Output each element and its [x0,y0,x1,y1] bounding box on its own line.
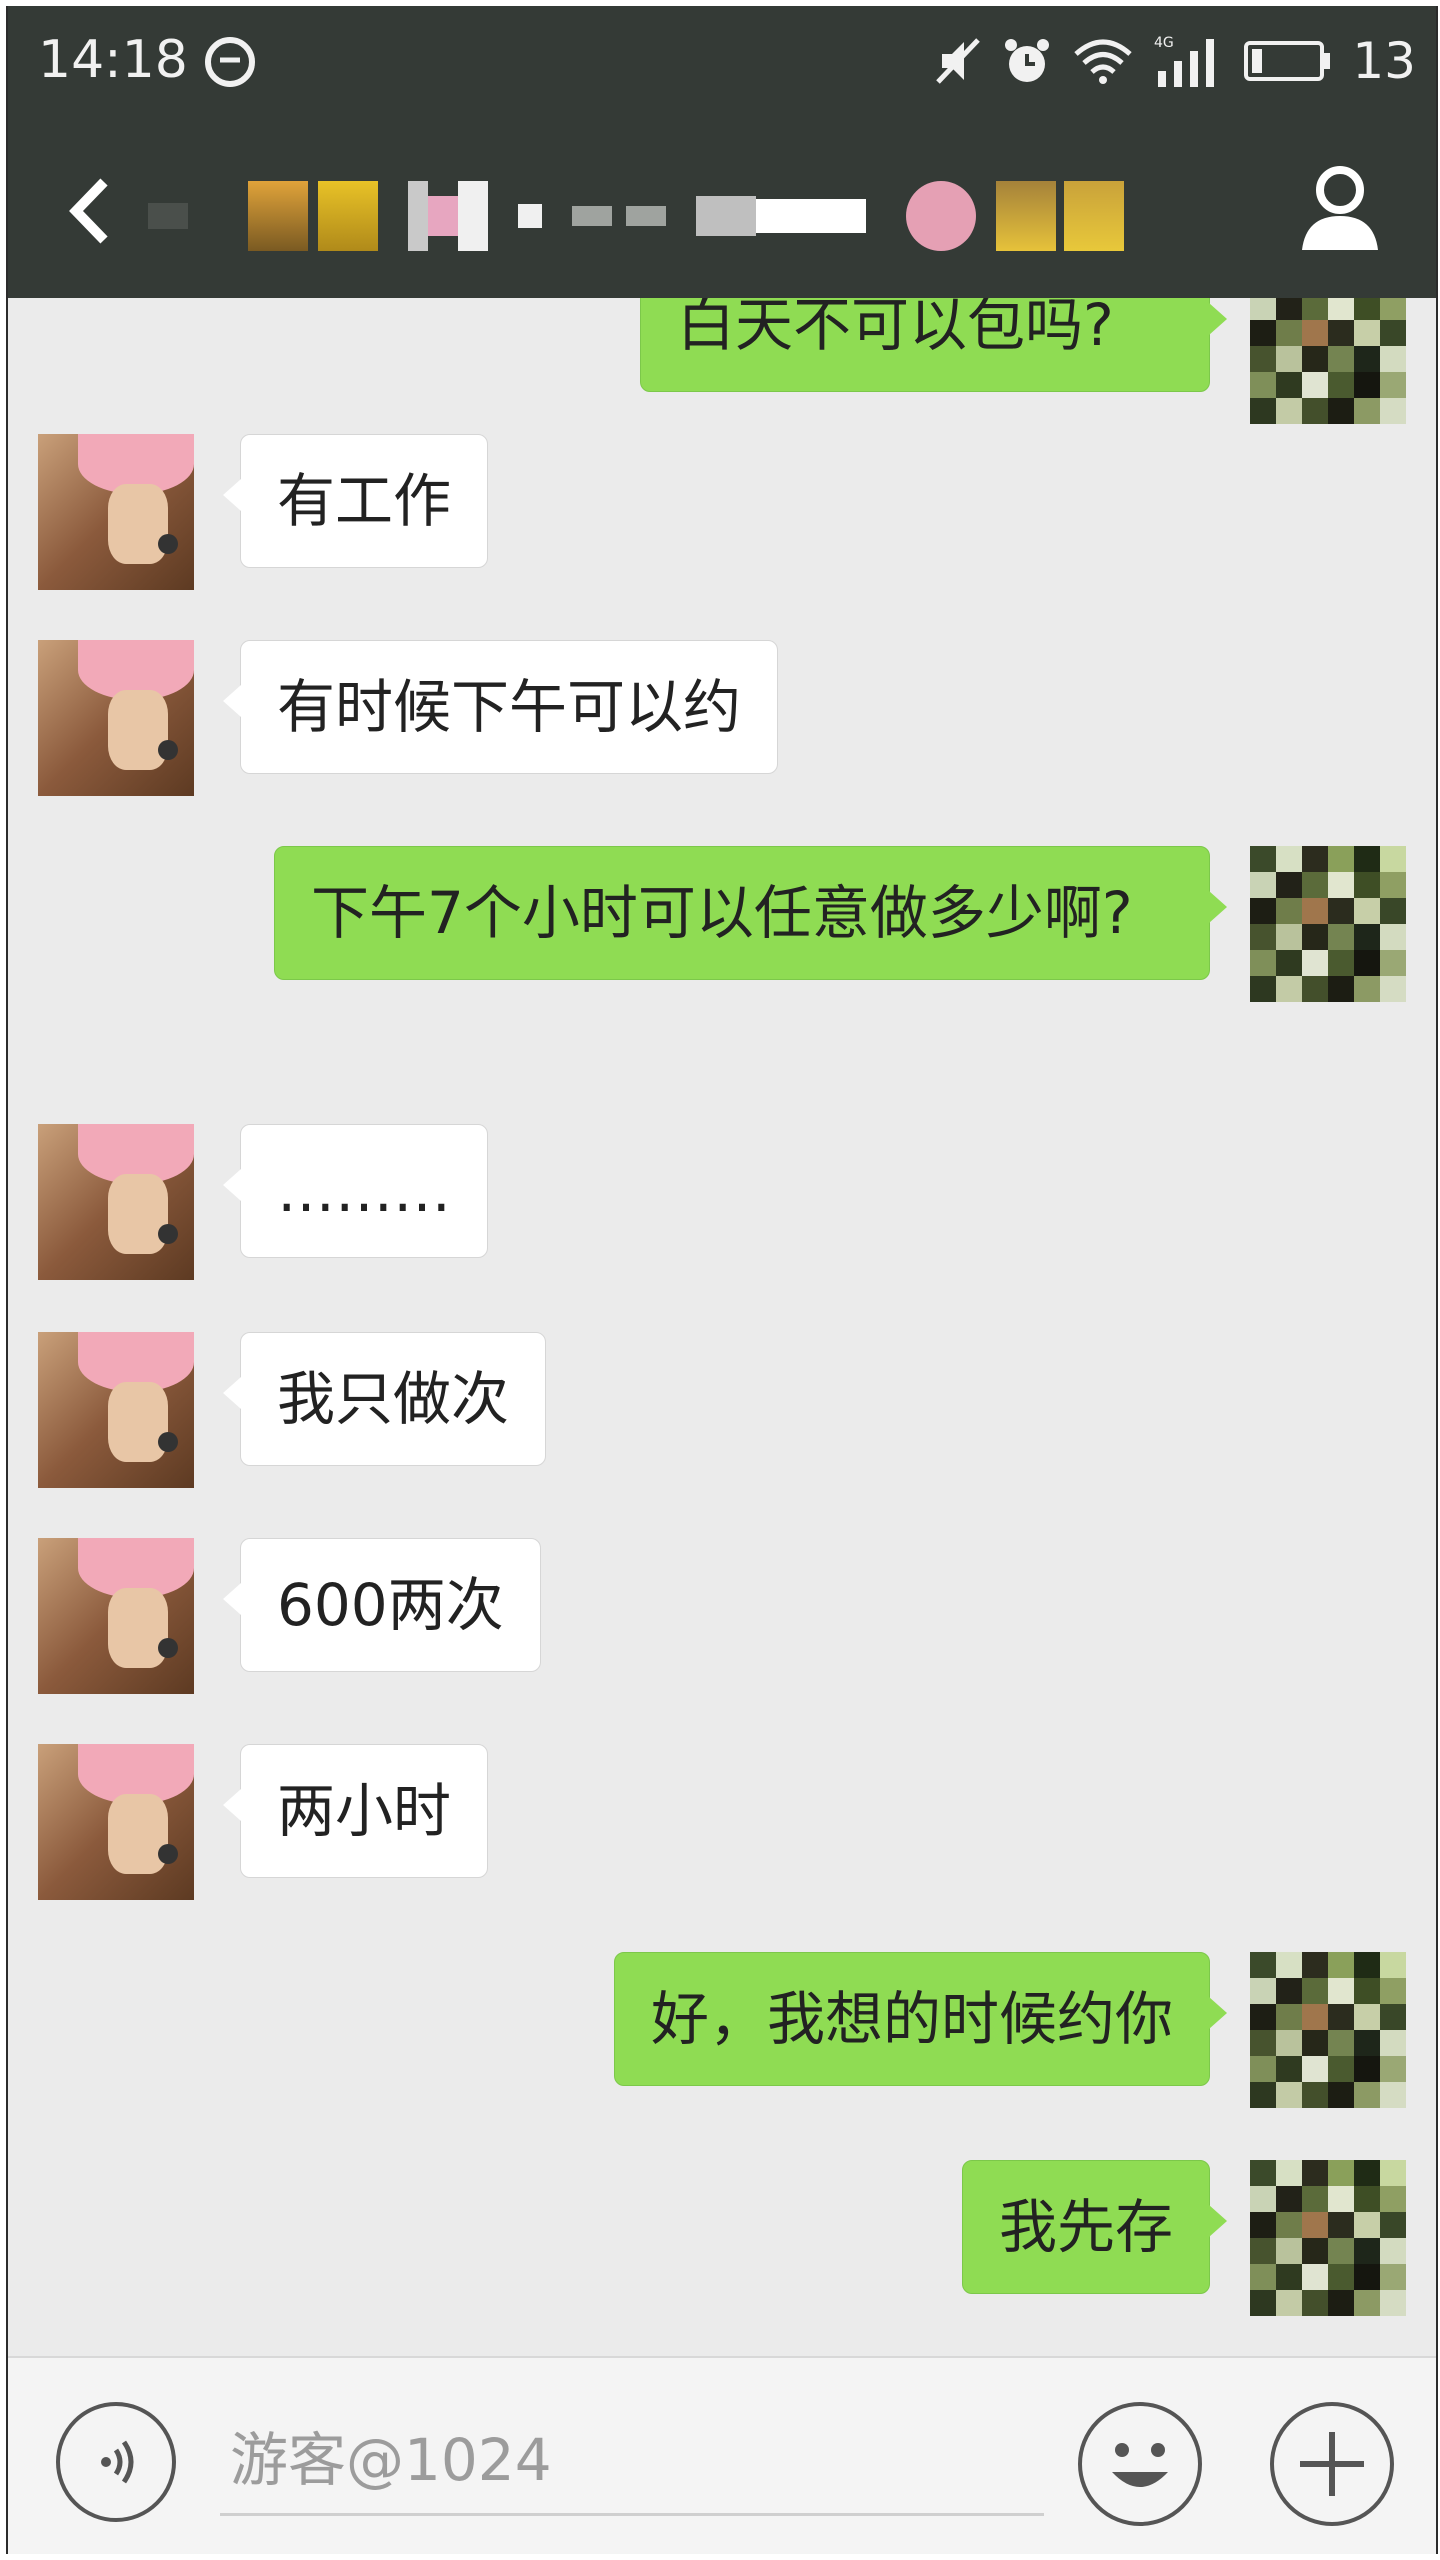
emoji-button[interactable] [1078,2402,1202,2526]
message-text: 600两次 [277,1571,504,1639]
contact-avatar[interactable] [38,640,194,796]
outgoing-message[interactable]: 我先存 [961,2160,1228,2294]
contact-avatar[interactable] [38,1744,194,1900]
voice-icon [101,2440,134,2484]
my-avatar[interactable] [1250,2160,1406,2316]
emoji-icon [1112,2443,1168,2487]
outgoing-message[interactable]: 好，我想的时候约你 [613,1952,1228,2086]
status-icons: 4G 13 [936,28,1416,94]
incoming-message[interactable]: 有工作 [222,434,489,568]
message-text: 两小时 [277,1777,452,1845]
incoming-message[interactable]: ……… [223,1124,488,1258]
message-text: 好，我想的时候约你 [650,1985,1173,2053]
my-avatar[interactable] [1250,1952,1406,2108]
contact-avatar[interactable] [38,434,194,590]
voice-button[interactable] [56,2402,176,2522]
message-text: 我只做次 [277,1365,510,1433]
message-text: 我先存 [998,2193,1173,2261]
outgoing-message[interactable]: 下午7个小时可以任意做多少啊? [274,846,1227,980]
message-text: 白天不可以包吗? [677,298,1114,359]
my-avatar[interactable] [1250,298,1406,424]
message-list[interactable]: 白天不可以包吗? 有工作 有时候下午可以约 下午7个小时可以任意做多少啊? ……… [8,298,1436,2364]
alarm-icon [1005,39,1050,82]
my-avatar[interactable] [1250,846,1406,1002]
mute-icon [936,38,981,84]
status-bar: 14:18 4G 13 [8,6,1436,116]
message-text: 有工作 [277,467,452,535]
svg-text:4G: 4G [1154,35,1174,51]
person-icon[interactable] [1292,160,1388,256]
incoming-message[interactable]: 我只做次 [222,1332,547,1466]
outgoing-message[interactable]: 白天不可以包吗? [640,298,1227,392]
top-bar: 14:18 4G 13 [8,6,1436,298]
message-text: 有时候下午可以约 [277,673,742,741]
incoming-message[interactable]: 600两次 [223,1538,541,1672]
contact-avatar[interactable] [38,1332,194,1488]
signal-icon: 4G [1154,35,1215,87]
title-bar [8,116,1436,298]
plus-icon [1300,2432,1364,2496]
battery-level: 13 [1352,32,1416,90]
input-bar [8,2356,1436,2554]
phone-screen: 14:18 4G 13 白天不可以包吗? 有工作 有时候下午可以约 下午7个小时… [6,6,1438,2554]
chat-title-redacted [148,168,1124,264]
message-text: 下午7个小时可以任意做多少啊? [311,879,1133,947]
status-time: 14:18 [38,30,188,90]
incoming-message[interactable]: 有时候下午可以约 [222,640,779,774]
message-text: ……… [277,1157,451,1225]
contact-avatar[interactable] [38,1124,194,1280]
message-input[interactable] [220,2406,1044,2516]
sync-icon [205,37,255,87]
contact-avatar[interactable] [38,1538,194,1694]
more-button[interactable] [1270,2402,1394,2526]
chevron-left-icon[interactable] [66,176,116,246]
incoming-message[interactable]: 两小时 [222,1744,489,1878]
battery-icon [1244,41,1331,81]
wifi-icon [1074,39,1133,84]
